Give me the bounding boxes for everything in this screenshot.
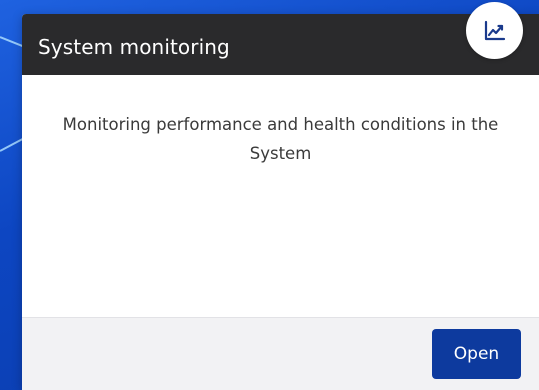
card-description: Monitoring performance and health condit…	[62, 115, 499, 163]
card-title: System monitoring	[38, 35, 230, 59]
card-header: System monitoring	[22, 14, 539, 75]
card-footer: Open	[22, 317, 539, 390]
trending-chart-icon[interactable]	[466, 2, 523, 59]
system-monitoring-card: System monitoring Monitoring performance…	[22, 14, 539, 390]
open-button[interactable]: Open	[432, 329, 521, 379]
chart-line-icon-graphic	[484, 20, 505, 40]
